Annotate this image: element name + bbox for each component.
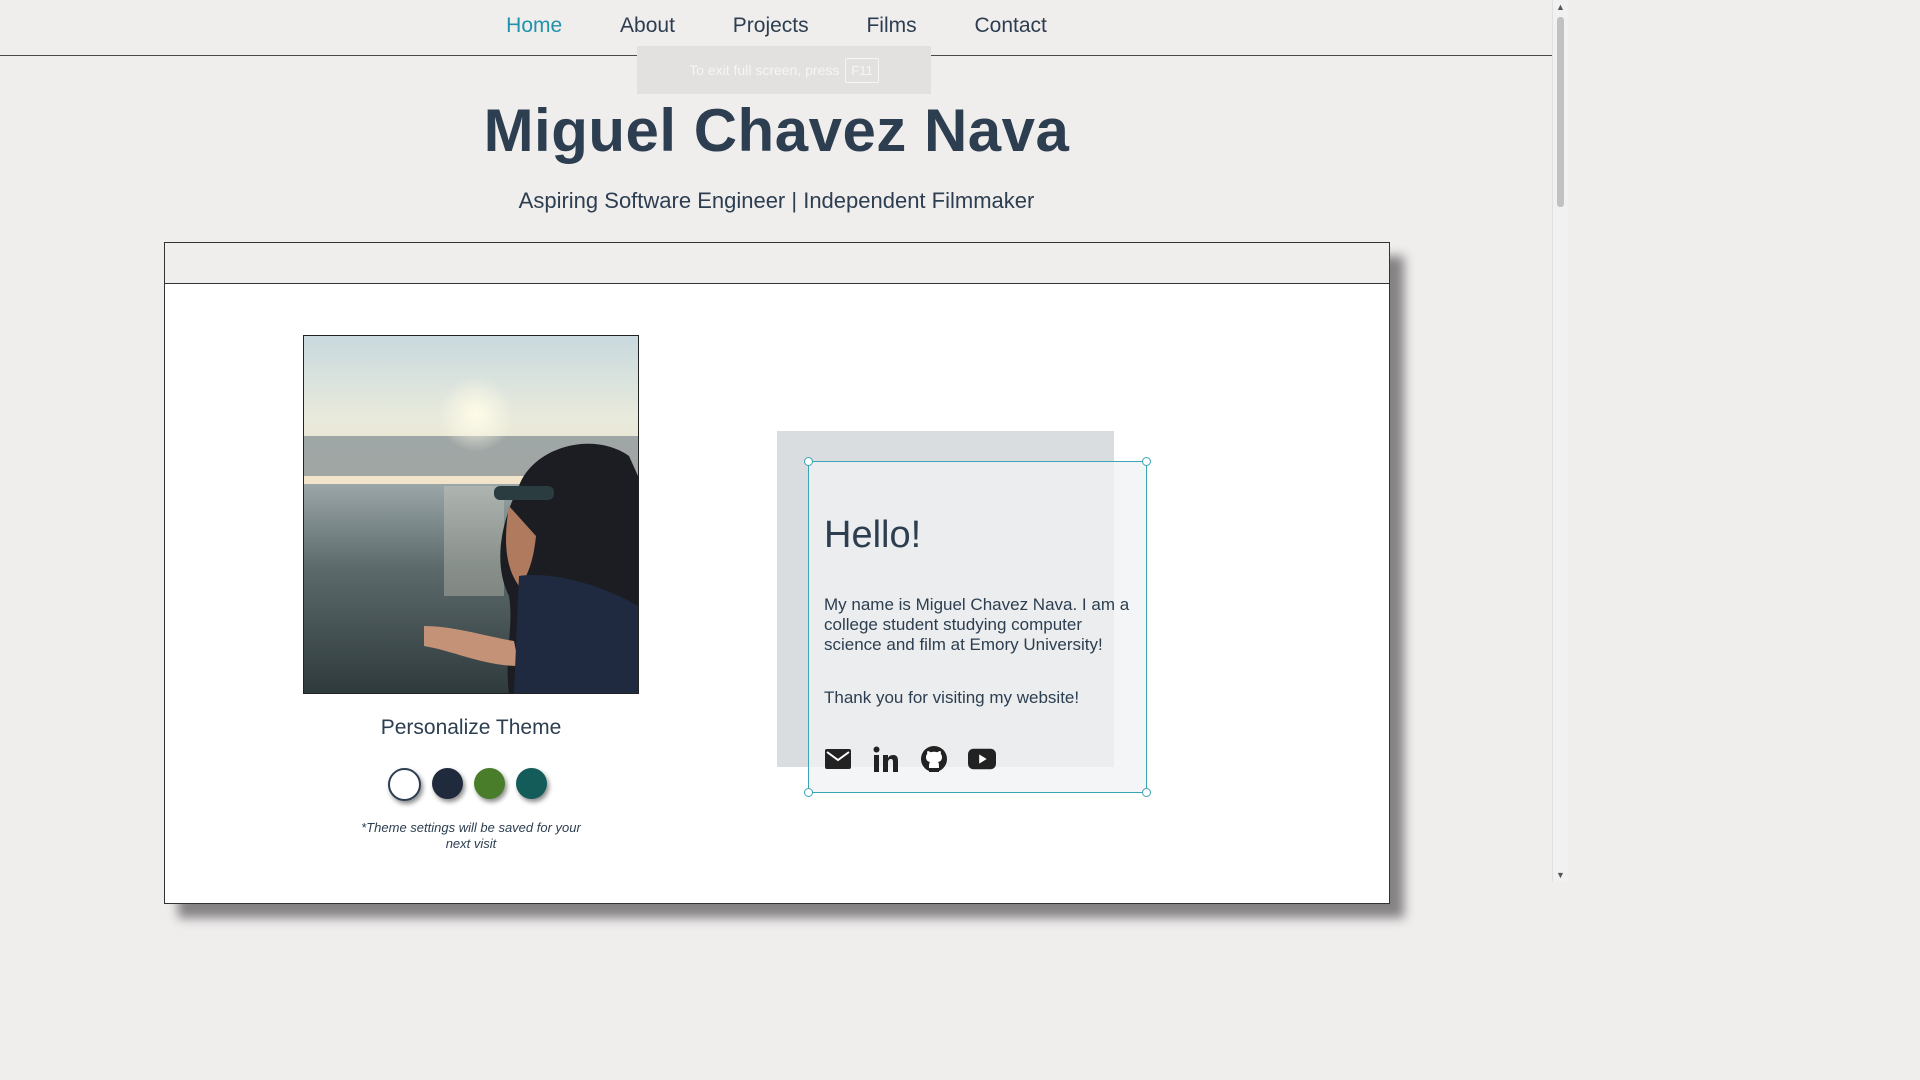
email-icon[interactable] [824, 744, 852, 774]
resize-handle-bottom-right[interactable] [1142, 788, 1151, 797]
nav-contact[interactable]: Contact [974, 14, 1046, 38]
page-subtitle: Aspiring Software Engineer | Independent… [518, 188, 1035, 213]
page-scrollbar[interactable]: ▲ ▼ [1552, 0, 1568, 882]
page-title: Miguel Chavez Nava [483, 97, 1070, 164]
hello-thanks: Thank you for visiting my website! [824, 688, 1080, 707]
linkedin-icon[interactable] [872, 744, 900, 774]
social-links [824, 744, 996, 774]
fullscreen-notice-text: To exit full screen, press [689, 62, 840, 78]
resize-handle-top-right[interactable] [1142, 457, 1151, 466]
nav-projects[interactable]: Projects [733, 14, 809, 38]
nav-home[interactable]: Home [506, 14, 562, 38]
hello-title: Hello! [824, 514, 922, 556]
theme-label: Personalize Theme [380, 716, 562, 739]
nav-menu: Home About Projects Films Contact [0, 14, 1553, 38]
hello-body: My name is Miguel Chavez Nava. I am a co… [824, 595, 1130, 654]
scroll-down-icon[interactable]: ▼ [1553, 870, 1568, 880]
resize-handle-bottom-left[interactable] [804, 788, 813, 797]
nav-films[interactable]: Films [866, 14, 916, 38]
youtube-icon[interactable] [968, 744, 996, 774]
card-header [165, 243, 1389, 284]
nav-about[interactable]: About [620, 14, 675, 38]
fullscreen-notice: To exit full screen, press F11 [637, 46, 931, 94]
theme-swatches [388, 768, 547, 801]
theme-swatch-teal[interactable] [516, 768, 547, 799]
scroll-thumb[interactable] [1557, 17, 1564, 207]
profile-photo [303, 335, 639, 694]
github-icon[interactable] [920, 744, 948, 774]
theme-swatch-white[interactable] [388, 768, 421, 801]
fullscreen-key: F11 [845, 57, 879, 83]
theme-note: *Theme settings will be saved for your n… [361, 820, 581, 851]
scroll-up-icon[interactable]: ▲ [1553, 2, 1568, 12]
hello-box[interactable]: Hello! My name is Miguel Chavez Nava. I … [804, 457, 1151, 797]
resize-handle-top-left[interactable] [804, 457, 813, 466]
theme-swatch-green[interactable] [474, 768, 505, 799]
main-card: Personalize Theme *Theme settings will b… [164, 242, 1390, 904]
theme-swatch-navy[interactable] [432, 768, 463, 799]
